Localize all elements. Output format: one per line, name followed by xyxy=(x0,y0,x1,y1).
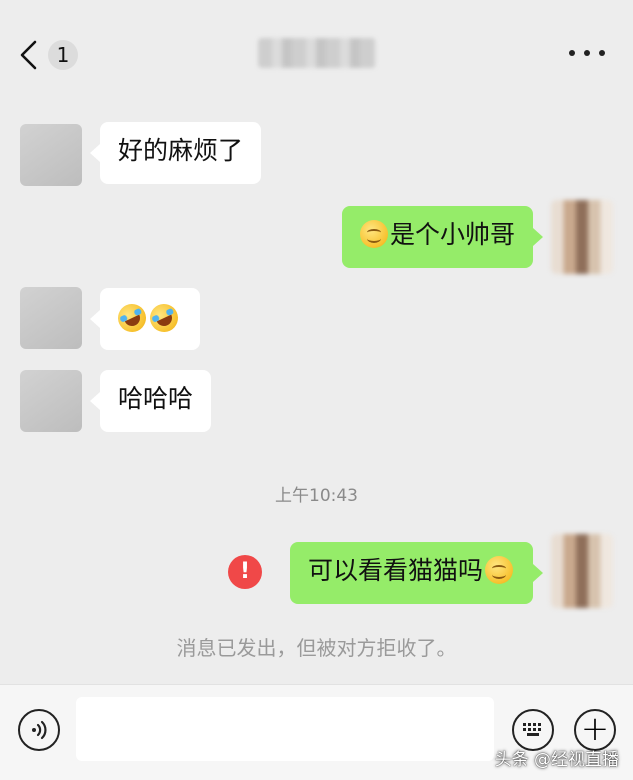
smile-emoji-icon xyxy=(485,556,513,584)
dot-icon xyxy=(569,50,575,56)
chevron-left-icon xyxy=(20,40,37,70)
laugh-cry-emoji-icon xyxy=(113,299,151,337)
input-bar: + 头条 @经视直播 xyxy=(0,684,633,780)
message-bubble-outgoing[interactable]: 可以看看猫猫吗 xyxy=(289,542,544,604)
smile-emoji-icon xyxy=(359,220,388,248)
voice-icon xyxy=(32,720,47,740)
message-input[interactable] xyxy=(76,697,494,761)
rejected-notice: 消息已发出，但被对方拒收了。 xyxy=(176,636,457,660)
send-failed-icon[interactable]: ! xyxy=(228,555,262,589)
message-text: 是个小帅哥 xyxy=(389,220,515,249)
self-avatar[interactable] xyxy=(551,534,613,608)
message-bubble-incoming[interactable] xyxy=(90,288,200,350)
plus-icon: + xyxy=(580,708,610,749)
back-button[interactable]: 1 xyxy=(18,30,88,80)
message-bubble-incoming[interactable]: 好的麻烦了 xyxy=(89,122,262,184)
contact-avatar[interactable] xyxy=(20,124,82,186)
watermark: 头条 @经视直播 xyxy=(494,750,619,770)
laugh-cry-emoji-icon xyxy=(145,299,183,337)
chat-header: 1 xyxy=(0,0,633,105)
keyboard-icon xyxy=(523,723,541,736)
contact-name-blurred xyxy=(258,38,376,68)
self-avatar[interactable] xyxy=(551,200,613,274)
message-bubble-outgoing[interactable]: 是个小帅哥 xyxy=(341,206,544,268)
message-text: 可以看看猫猫吗 xyxy=(307,556,483,585)
unread-badge: 1 xyxy=(48,40,78,70)
message-text: 好的麻烦了 xyxy=(118,136,244,165)
contact-avatar[interactable] xyxy=(20,370,82,432)
message-timestamp: 上午10:43 xyxy=(275,486,358,506)
voice-input-button[interactable] xyxy=(18,709,60,751)
message-bubble-incoming[interactable]: 哈哈哈 xyxy=(89,370,212,432)
dot-icon xyxy=(584,50,590,56)
contact-avatar[interactable] xyxy=(20,287,82,349)
dot-icon xyxy=(599,50,605,56)
message-text: 哈哈哈 xyxy=(118,384,194,413)
more-options-button[interactable] xyxy=(569,38,605,68)
